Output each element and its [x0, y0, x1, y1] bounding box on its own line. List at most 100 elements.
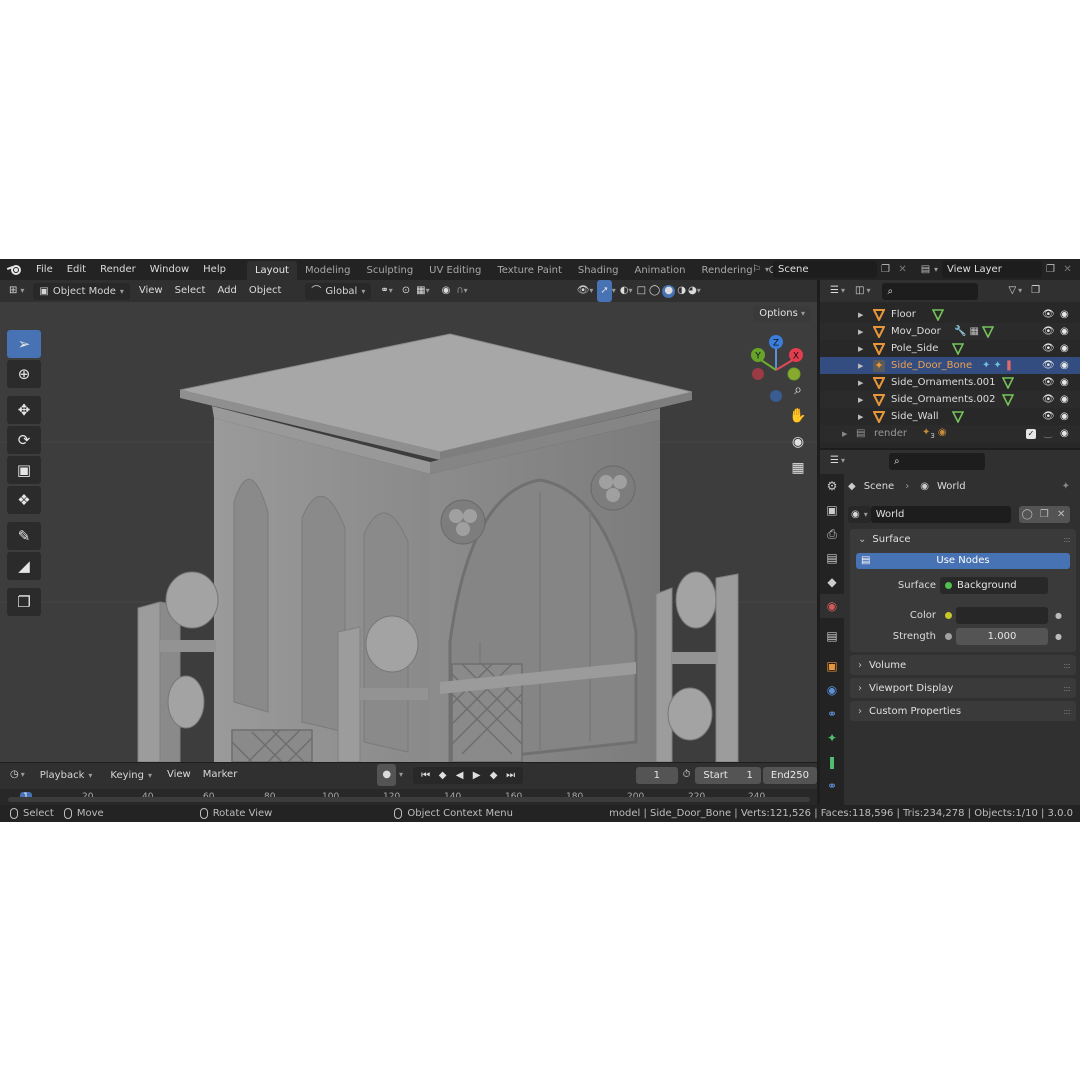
outliner-item-label[interactable]: Mov_Door	[891, 326, 941, 337]
menu-render[interactable]: Render	[93, 259, 143, 280]
scale-tool-icon[interactable]: ▣	[7, 456, 41, 484]
physics-tab-icon[interactable]: ◉	[820, 678, 844, 702]
menu-window[interactable]: Window	[143, 259, 196, 280]
remove-scene-icon[interactable]: ✕	[894, 261, 911, 278]
list-item[interactable]: ▶ Pole_Side 👁 ◉	[820, 340, 1080, 357]
mode-dropdown[interactable]: ▣ Object Mode ▾	[33, 282, 130, 300]
expand-arrow-icon[interactable]: ▶	[842, 430, 847, 438]
marker-menu[interactable]: Marker	[197, 764, 244, 786]
list-item[interactable]: ▶ Side_Ornaments.001 👁 ◉	[820, 374, 1080, 391]
list-item[interactable]: ▶ Side_Wall 👁 ◉	[820, 408, 1080, 425]
move-tool-icon[interactable]: ✥	[7, 396, 41, 424]
eye-icon[interactable]: 👁	[1042, 309, 1055, 320]
eye-hidden-icon[interactable]: ‿	[1044, 428, 1052, 439]
pin-icon[interactable]: ✦	[1062, 481, 1070, 492]
material-shading-icon[interactable]: ◑	[676, 280, 687, 302]
color-socket-icon[interactable]	[945, 612, 952, 619]
collection-checkbox[interactable]: ✓	[1026, 428, 1036, 439]
chevron-down-icon[interactable]: ▾	[765, 265, 769, 274]
gizmo-toggle-icon[interactable]: ➚ ▾	[595, 280, 617, 302]
color-swatch[interactable]	[956, 607, 1048, 624]
pan-hand-icon[interactable]: ✋	[786, 404, 810, 428]
solid-shading-icon[interactable]: ●	[661, 284, 676, 298]
xray-icon[interactable]: □	[635, 280, 648, 302]
outliner-search-input[interactable]: ⌕	[882, 282, 979, 300]
object-data-tab-icon[interactable]: ✦	[820, 726, 844, 750]
blender-logo-icon[interactable]	[6, 262, 23, 278]
outliner-item-label[interactable]: Floor	[891, 309, 916, 320]
outliner-editor-type-icon[interactable]: ☰ ▾	[820, 280, 851, 302]
collection-label[interactable]: render	[874, 428, 907, 439]
cursor-tool-icon[interactable]: ⊕	[7, 360, 41, 388]
expand-arrow-icon[interactable]: ▶	[858, 311, 863, 319]
scene-tab-icon[interactable]: ◆	[820, 570, 844, 594]
drag-grip-icon[interactable]: ::::	[1063, 535, 1071, 544]
expand-arrow-icon[interactable]: ▶	[858, 362, 863, 370]
list-item[interactable]: ▶ ✦ Side_Door_Bone ✦ ✦ ❚ 👁 ◉	[820, 357, 1080, 374]
mesh-data-icon[interactable]	[952, 410, 964, 423]
proportional-edit-icon[interactable]: ◉	[439, 280, 454, 302]
view-layer-icon[interactable]: ▤	[917, 261, 934, 278]
keyframe-dot-icon[interactable]: ●	[1055, 632, 1062, 641]
scene-name-field[interactable]: Scene	[773, 261, 878, 278]
render-tab-icon[interactable]: ▣	[820, 498, 844, 522]
new-view-layer-icon[interactable]: ❐	[1042, 261, 1059, 278]
jump-start-icon[interactable]: ⏮	[417, 770, 434, 781]
annotate-tool-icon[interactable]: ✎	[7, 522, 41, 550]
chevron-down-icon[interactable]: ▾	[934, 265, 938, 274]
camera-icon[interactable]: ◉	[1060, 394, 1069, 405]
duplicate-world-icon[interactable]: ❐	[1035, 505, 1053, 523]
viewport-display-panel-header[interactable]: › Viewport Display ::::	[850, 678, 1076, 698]
wireframe-shading-icon[interactable]: ◯	[648, 280, 661, 302]
stopwatch-icon[interactable]: ⏱	[678, 764, 696, 786]
properties-editor-type-icon[interactable]: ☰ ▾	[820, 450, 851, 472]
world-tab-icon[interactable]: ◉	[820, 594, 844, 618]
measure-tool-icon[interactable]: ◢	[7, 552, 41, 580]
start-frame-field[interactable]: Start 1	[695, 766, 761, 784]
menu-view[interactable]: View	[133, 280, 169, 302]
custom-properties-panel-header[interactable]: › Custom Properties ::::	[850, 701, 1076, 721]
camera-icon[interactable]: ◉	[1060, 326, 1069, 337]
zoom-icon[interactable]: ⌕	[786, 378, 810, 402]
list-item[interactable]: ▶ Side_Ornaments.002 👁 ◉	[820, 391, 1080, 408]
remove-view-layer-icon[interactable]: ✕	[1059, 261, 1076, 278]
playback-menu[interactable]: Playback ▾	[33, 766, 99, 784]
timeline-view-menu[interactable]: View	[161, 764, 197, 786]
vertex-groups-icon[interactable]: ▦	[969, 326, 978, 338]
eye-icon[interactable]: 👁	[1042, 360, 1055, 371]
tab-shading[interactable]: Shading	[570, 261, 627, 280]
expand-arrow-icon[interactable]: ▶	[858, 379, 863, 387]
modifier-wrench-icon[interactable]: 🔧	[954, 326, 966, 338]
value-socket-icon[interactable]	[945, 633, 952, 640]
camera-view-icon[interactable]: ◉	[786, 430, 810, 454]
outliner-item-label[interactable]: Side_Ornaments.001	[891, 377, 996, 388]
collection-row[interactable]: ▶ ▤ render ✦ 3 ◉ ✓ ‿ ◉	[820, 425, 1080, 442]
drag-grip-icon[interactable]: ::::	[1063, 707, 1071, 716]
tool-tab-icon[interactable]: ⚙	[820, 474, 844, 498]
camera-icon[interactable]: ◉	[1060, 428, 1069, 439]
snap-icon[interactable]: ⊙	[399, 280, 413, 302]
eye-icon[interactable]: 👁	[1042, 411, 1055, 422]
properties-search-input[interactable]: ⌕	[888, 452, 985, 470]
new-scene-icon[interactable]: ❐	[877, 261, 894, 278]
eye-icon[interactable]: 👁	[1042, 394, 1055, 405]
overlays-icon[interactable]: ◐ ▾	[618, 280, 635, 302]
eye-icon[interactable]: 👁	[1042, 343, 1055, 354]
ortho-grid-icon[interactable]: ▦	[786, 456, 810, 480]
eye-icon[interactable]: 👁	[1042, 326, 1055, 337]
tab-uv-editing[interactable]: UV Editing	[421, 261, 489, 280]
prev-keyframe-icon[interactable]: ◆	[434, 770, 451, 781]
object-tab-icon[interactable]: ▣	[820, 654, 844, 678]
tab-sculpting[interactable]: Sculpting	[358, 261, 421, 280]
camera-child-icon[interactable]: ◉	[938, 427, 947, 440]
end-frame-field[interactable]: End 250	[762, 766, 817, 784]
mesh-data-icon[interactable]	[981, 325, 994, 338]
play-icon[interactable]: ▶	[468, 770, 485, 781]
add-cube-tool-icon[interactable]: ❐	[7, 588, 41, 616]
mesh-data-icon[interactable]	[932, 308, 944, 321]
menu-select[interactable]: Select	[169, 280, 212, 302]
list-item[interactable]: ▶ Floor 👁 ◉	[820, 306, 1080, 323]
mesh-data-icon[interactable]	[952, 342, 964, 355]
keying-menu[interactable]: Keying ▾	[104, 766, 158, 784]
armature-data-icon[interactable]: ✦	[982, 360, 990, 371]
